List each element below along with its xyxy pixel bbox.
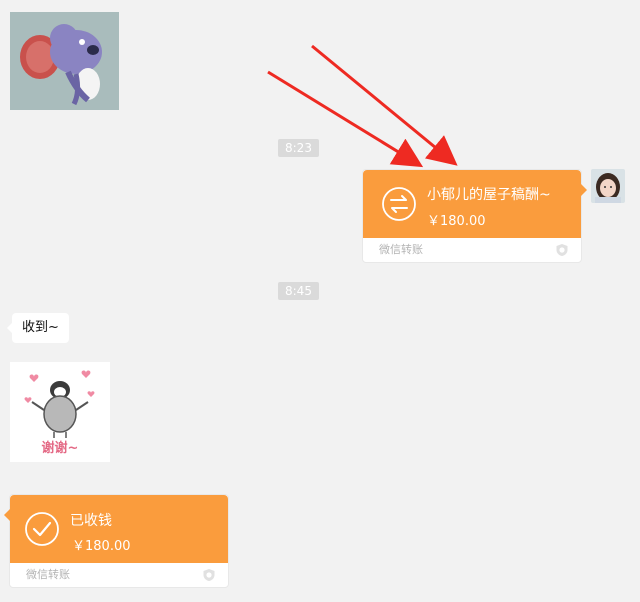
message-text: 收到~ (22, 320, 59, 335)
avatar-image (591, 169, 625, 203)
mouse-sticker[interactable] (10, 12, 119, 110)
message-bubble[interactable]: 收到~ (7, 313, 69, 343)
bubble-tail (581, 184, 587, 196)
timestamp: 8:23 (278, 139, 319, 157)
transfer-card-header: 小郁儿的屋子稿酬~ ￥180.00 (363, 170, 587, 238)
timestamp: 8:45 (278, 282, 319, 300)
transfer-footer: 微信转账 (10, 563, 228, 587)
transfer-card-received[interactable]: 已收钱 ￥180.00 微信转账 (4, 494, 229, 588)
mouse-sticker-image (10, 12, 119, 110)
annotation-arrow-2 (311, 44, 458, 166)
shield-icon (203, 569, 215, 581)
transfer-footer-label: 微信转账 (379, 243, 423, 256)
transfer-arrows-icon (381, 186, 417, 226)
annotation-arrows (267, 44, 458, 168)
transfer-amount: ￥180.00 (427, 214, 486, 229)
avatar[interactable] (591, 169, 625, 203)
penguin-sticker[interactable]: 谢谢~ (10, 362, 110, 462)
transfer-title: 小郁儿的屋子稿酬~ (427, 187, 551, 203)
penguin-sticker-image: 谢谢~ (10, 362, 110, 462)
transfer-card-sent[interactable]: 小郁儿的屋子稿酬~ ￥180.00 微信转账 (362, 169, 587, 263)
checkmark-icon (24, 511, 60, 551)
transfer-title: 已收钱 (70, 513, 112, 529)
sticker-caption: 谢谢~ (42, 440, 79, 456)
transfer-amount: ￥180.00 (72, 539, 131, 554)
bubble-tail (7, 323, 12, 333)
transfer-footer-label: 微信转账 (26, 568, 70, 581)
shield-icon (556, 244, 568, 256)
transfer-footer: 微信转账 (363, 238, 581, 262)
transfer-card-header: 已收钱 ￥180.00 (4, 495, 228, 563)
bubble-tail (4, 509, 10, 521)
